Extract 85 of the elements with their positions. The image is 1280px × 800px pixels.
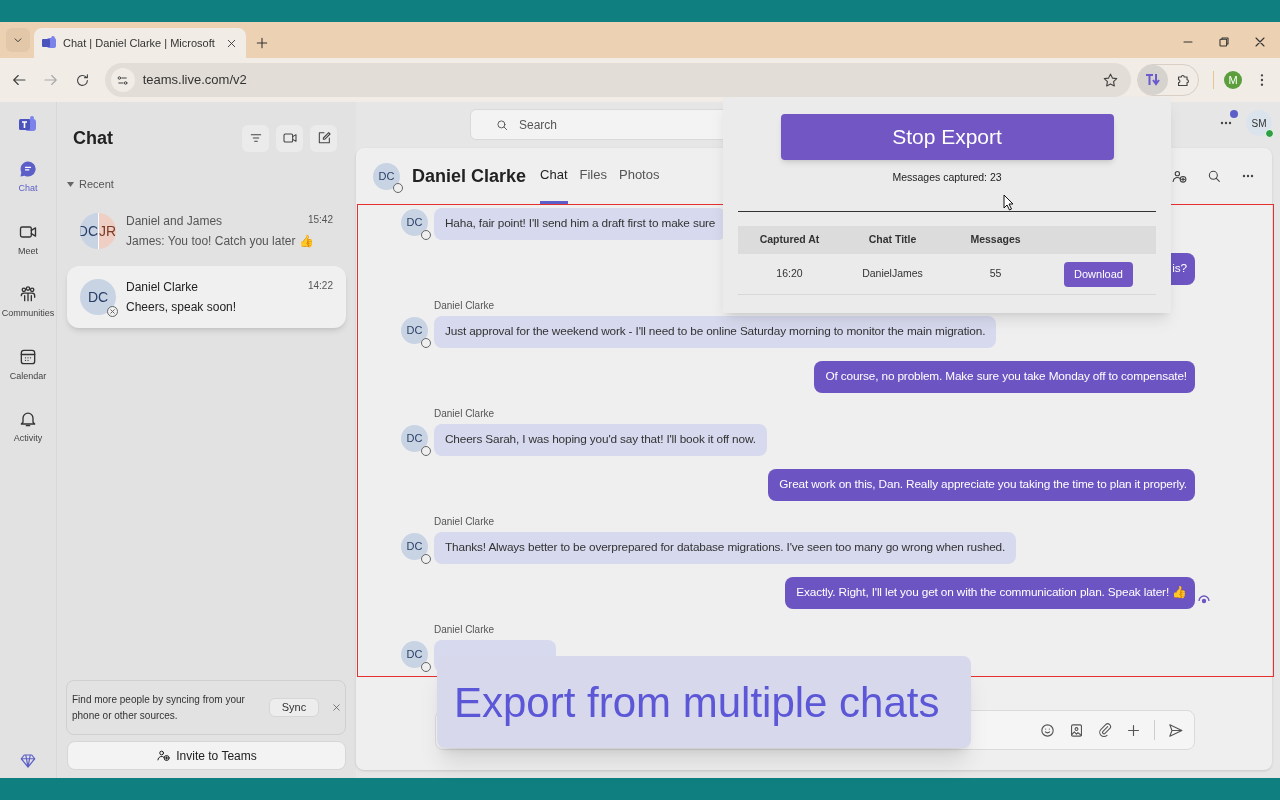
sync-button[interactable]: Sync: [268, 698, 319, 717]
tab-title: Chat | Daniel Clarke | Microsoft: [63, 35, 216, 51]
avatar: DC: [401, 209, 428, 236]
dismiss-button[interactable]: [331, 702, 342, 713]
message-bubble: Exactly. Right, I'll let you get on with the communication plan. Speak later! 👍: [785, 577, 1195, 609]
chat-name: Daniel and James: [126, 213, 224, 230]
search-icon[interactable]: [1206, 168, 1222, 184]
browser-tab[interactable]: Chat | Daniel Clarke | Microsoft: [34, 28, 246, 58]
message-bubble: Great work on this, Dan. Really appreciate you taking the time to plan it properly.: [768, 469, 1195, 501]
new-tab-button[interactable]: [254, 35, 270, 51]
avatar: DC: [401, 317, 428, 344]
chat-bubble-icon: [18, 159, 38, 179]
status-icon: [1265, 129, 1274, 138]
rail-item[interactable]: Calendar: [9, 346, 47, 383]
avatar: DC: [80, 279, 116, 315]
rail-item[interactable]: Chat: [18, 159, 38, 196]
table-cell-text: 16:20: [775, 266, 804, 282]
conversation-tab[interactable]: Photos: [619, 148, 660, 204]
extension-icon[interactable]: [1138, 65, 1169, 95]
plus-icon: [254, 35, 270, 51]
chat-list-item[interactable]: DC Daniel Clarke 14:22 Cheers, speak soon!: [67, 266, 346, 328]
invite-button[interactable]: Invite to Teams: [67, 741, 346, 770]
download-button[interactable]: Download: [1064, 261, 1133, 287]
send-icon[interactable]: [1167, 721, 1184, 739]
user-avatar[interactable]: SM: [1246, 110, 1272, 136]
chat-list-title: Chat: [73, 126, 114, 150]
people-icon: [18, 284, 38, 304]
sender-name: Daniel Clarke: [434, 299, 496, 313]
chat-preview: James: You too! Catch you later 👍: [126, 233, 315, 250]
message-bubble: Just approval for the weekend work - I'll need to be online Saturday morning to monitor the main migration.: [434, 316, 997, 348]
avatar: DC: [401, 425, 428, 452]
rail-item[interactable]: Activity: [13, 409, 43, 446]
avatar: DC: [373, 162, 400, 190]
meet-now-button[interactable]: [276, 124, 303, 152]
presence-icon: [421, 554, 431, 564]
video-icon: [281, 130, 298, 146]
avatar: DC: [401, 533, 428, 560]
sender-name: Daniel Clarke: [434, 407, 496, 421]
presence-icon: [421, 662, 431, 672]
teams-logo-icon[interactable]: [19, 116, 37, 133]
search-icon: [495, 117, 509, 132]
rail-item[interactable]: Communities: [1, 284, 55, 321]
presence-icon: [421, 338, 431, 348]
caret-down-icon: [67, 181, 74, 187]
column-header: Messages: [969, 232, 1022, 248]
image-icon[interactable]: [1068, 721, 1085, 739]
paperclip-icon[interactable]: [1097, 722, 1113, 738]
teams-logo-icon: [42, 36, 57, 50]
emoji-icon[interactable]: [1039, 721, 1056, 739]
sender-name: Daniel Clarke: [434, 623, 496, 637]
presence-icon: [421, 446, 431, 456]
chat-name: Daniel Clarke: [126, 279, 200, 296]
cursor-icon: [1003, 194, 1014, 211]
chat-time: 15:42: [307, 213, 333, 227]
restore-icon[interactable]: [1216, 34, 1232, 50]
diamond-icon[interactable]: [19, 752, 37, 770]
close-icon: [331, 702, 342, 713]
table-cell-text: DanielJames: [861, 266, 924, 282]
conversation-title: Daniel Clarke: [412, 164, 527, 188]
url-text: teams.live.com/v2: [142, 71, 248, 90]
conversation-tab[interactable]: Files: [579, 148, 607, 204]
presence-icon: [393, 182, 403, 193]
address-bar[interactable]: teams.live.com/v2: [104, 63, 1132, 97]
avatar: DC: [401, 641, 428, 668]
person-add-icon: [156, 748, 172, 763]
capture-status: Messages captured: 23: [892, 170, 1002, 185]
column-header: Captured At: [758, 232, 821, 248]
chat-time: 14:22: [307, 279, 333, 293]
message-bubble: Thanks! Always better to be overprepared for database migrations. I've seen too many go wrong when rushed.: [434, 532, 1017, 564]
section-header[interactable]: Recent: [79, 175, 114, 193]
column-header: Chat Title: [867, 232, 918, 248]
message-bubble: Of course, no problem. Make sure you take Monday off to compensate!: [814, 361, 1195, 393]
caption-text: Export from multiple chats: [454, 677, 940, 728]
rail-item[interactable]: Meet: [18, 221, 38, 258]
stop-export-button[interactable]: Stop Export: [780, 114, 1114, 160]
chat-preview: Cheers, speak soon!: [126, 299, 238, 316]
sender-name: Daniel Clarke: [434, 515, 496, 529]
conversation-tab[interactable]: Chat: [540, 148, 568, 204]
new-chat-button[interactable]: [310, 124, 337, 152]
message-bubble: Cheers Sarah, I was hoping you'd say that! I'll book it off now.: [434, 424, 767, 456]
sync-message: Find more people by syncing from your phone or other sources.: [72, 692, 246, 723]
presence-icon: [421, 230, 431, 240]
presence-icon: [107, 306, 118, 317]
bookmark-star-icon[interactable]: [1102, 71, 1120, 89]
table-cell-text: 55: [988, 266, 1003, 282]
